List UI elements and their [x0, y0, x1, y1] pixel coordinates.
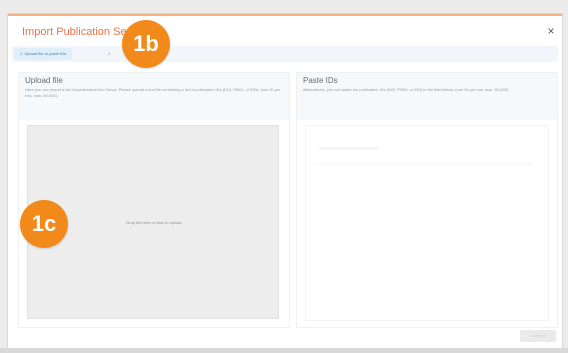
step-upload-or-paste[interactable]: 1. Upload file or paste IDs [14, 48, 73, 60]
annotation-badge-1b: 1b [122, 20, 170, 68]
import-publication-modal: Import Publication Se × 1. Upload file o… [8, 14, 562, 348]
paste-panel-description: Alternatively, you can paste the publica… [303, 87, 509, 92]
step-bar: 1. Upload file or paste IDs 2. [12, 46, 558, 62]
textarea-placeholder-line [319, 147, 379, 150]
modal-title: Import Publication Se [22, 26, 127, 38]
paste-ids-textarea[interactable] [305, 125, 549, 321]
upload-panel-description: Here you can import a list of publicatio… [25, 87, 281, 98]
upload-panel-title: Upload file [25, 76, 63, 85]
upload-file-panel: Upload file Here you can import a list o… [18, 72, 290, 328]
paste-panel-title: Paste IDs [303, 76, 338, 85]
page-bottom-edge [0, 348, 568, 353]
paste-panel-header: Paste IDs Alternatively, you can paste t… [297, 73, 557, 120]
upload-panel-header: Upload file Here you can import a list o… [19, 73, 289, 120]
continue-button[interactable]: Continue [520, 330, 556, 342]
textarea-placeholder-line [313, 163, 533, 165]
close-icon[interactable]: × [544, 24, 558, 38]
annotation-badge-1c: 1c [20, 200, 68, 248]
paste-ids-panel: Paste IDs Alternatively, you can paste t… [296, 72, 558, 328]
step-2[interactable]: 2. [104, 48, 115, 60]
dropzone-text: Drop file here or click to upload [126, 220, 182, 225]
